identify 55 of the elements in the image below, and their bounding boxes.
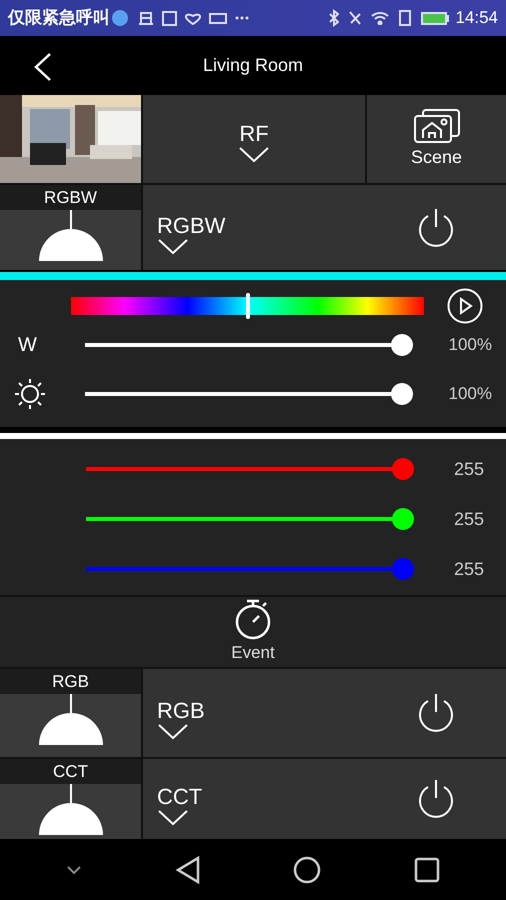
recents-icon[interactable]	[414, 856, 440, 882]
slider-thumb[interactable]	[392, 558, 414, 580]
device-dropdown[interactable]: CCT	[157, 772, 202, 826]
slider-label: W	[17, 332, 37, 358]
play-icon[interactable]	[447, 288, 483, 324]
power-icon[interactable]	[416, 206, 456, 248]
slider-thumb[interactable]	[392, 508, 414, 530]
clock: 14:54	[455, 7, 498, 30]
slider-thumb[interactable]	[392, 458, 414, 480]
heart-icon	[185, 12, 201, 24]
wifi-icon	[371, 11, 390, 25]
screen-title: Living Room	[202, 54, 304, 77]
lamp-tile[interactable]: RGB	[0, 669, 141, 757]
hue-thumb[interactable]	[246, 293, 250, 319]
notification-icon	[112, 10, 128, 26]
sim-icon	[399, 10, 412, 26]
device-dropdown[interactable]: RGBW	[157, 200, 226, 254]
device-dropdown[interactable]: RGB	[157, 686, 205, 740]
chevron-icon[interactable]	[66, 864, 82, 874]
pictures-icon	[412, 108, 460, 144]
slider-value: 100%	[448, 382, 493, 405]
status-text: 仅限紧急呼叫	[8, 7, 110, 30]
stopwatch-icon	[233, 598, 273, 640]
battery-icon	[421, 12, 450, 24]
lamp-icon	[38, 784, 104, 836]
slider-thumb[interactable]	[391, 382, 413, 404]
channel-value: 255	[452, 458, 485, 480]
protocol-dropdown[interactable]: RF	[143, 95, 365, 183]
chevron-icon	[238, 145, 270, 163]
power-icon[interactable]	[416, 778, 456, 820]
lamp-tile[interactable]: CCT	[0, 759, 141, 839]
chevron-icon	[157, 236, 189, 254]
chevron-icon	[157, 808, 189, 826]
scene-button[interactable]: Scene	[367, 95, 506, 183]
bluetooth-icon	[329, 9, 340, 27]
lamp-icon	[38, 694, 104, 746]
lamp-type: RGB	[52, 671, 89, 693]
slider-thumb[interactable]	[391, 334, 413, 356]
event-button[interactable]: Event	[0, 597, 506, 669]
channel-value: 255	[452, 508, 485, 530]
slider-value: 100%	[448, 334, 493, 356]
more-icon	[235, 16, 249, 20]
home-icon[interactable]	[293, 856, 322, 884]
power-icon[interactable]	[416, 692, 456, 734]
back-icon[interactable]	[174, 856, 201, 884]
lamp-type: RGBW	[44, 187, 97, 209]
keyboard-icon	[209, 12, 227, 24]
hue-bar[interactable]	[71, 297, 424, 315]
lamp-type: CCT	[53, 761, 88, 783]
sun-icon	[14, 378, 46, 410]
back-icon[interactable]	[32, 52, 52, 82]
lamp-icon	[38, 210, 104, 262]
lamp-tile[interactable]: RGBW	[0, 185, 141, 270]
channel-value: 255	[452, 558, 485, 580]
chevron-icon	[157, 722, 189, 740]
